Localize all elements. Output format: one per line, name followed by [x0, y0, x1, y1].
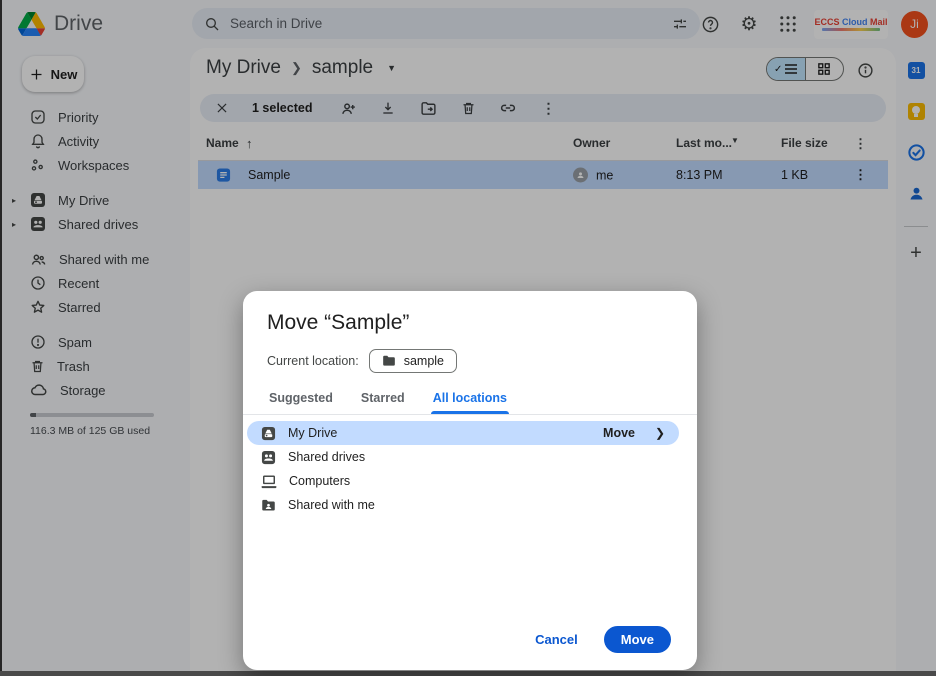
location-list: My Drive Move ❯ Shared drives Computers …: [243, 421, 697, 517]
shared-drives-icon: [261, 450, 276, 465]
tab-suggested[interactable]: Suggested: [267, 385, 335, 414]
cancel-button[interactable]: Cancel: [535, 632, 578, 647]
screen-bottom-edge: [0, 671, 936, 676]
quick-move-action[interactable]: Move: [603, 426, 635, 440]
current-location-label: Current location:: [267, 354, 359, 368]
shared-folder-icon: [261, 499, 276, 512]
google-drive-app: Drive ⚙ ECCS Cloud Mail: [0, 0, 936, 676]
move-dialog: Move “Sample” Current location: sample S…: [243, 291, 697, 670]
location-row-shared-drives[interactable]: Shared drives: [247, 445, 681, 469]
computers-icon: [261, 474, 277, 489]
dialog-title: Move “Sample”: [267, 311, 697, 335]
chevron-right-icon[interactable]: ❯: [655, 426, 665, 440]
move-button[interactable]: Move: [604, 626, 671, 653]
tab-starred[interactable]: Starred: [359, 385, 407, 414]
location-row-computers[interactable]: Computers: [247, 469, 681, 493]
dialog-footer: Cancel Move: [535, 626, 671, 653]
location-row-shared-with-me[interactable]: Shared with me: [247, 493, 681, 517]
screen-left-edge: [0, 0, 2, 676]
current-location-row: Current location: sample: [267, 349, 697, 373]
location-row-my-drive[interactable]: My Drive Move ❯: [247, 421, 679, 445]
current-location-chip[interactable]: sample: [369, 349, 457, 373]
folder-icon: [382, 355, 396, 367]
my-drive-icon: [261, 426, 276, 441]
tab-all-locations[interactable]: All locations: [431, 385, 509, 414]
dialog-tabs: Suggested Starred All locations: [243, 385, 697, 415]
